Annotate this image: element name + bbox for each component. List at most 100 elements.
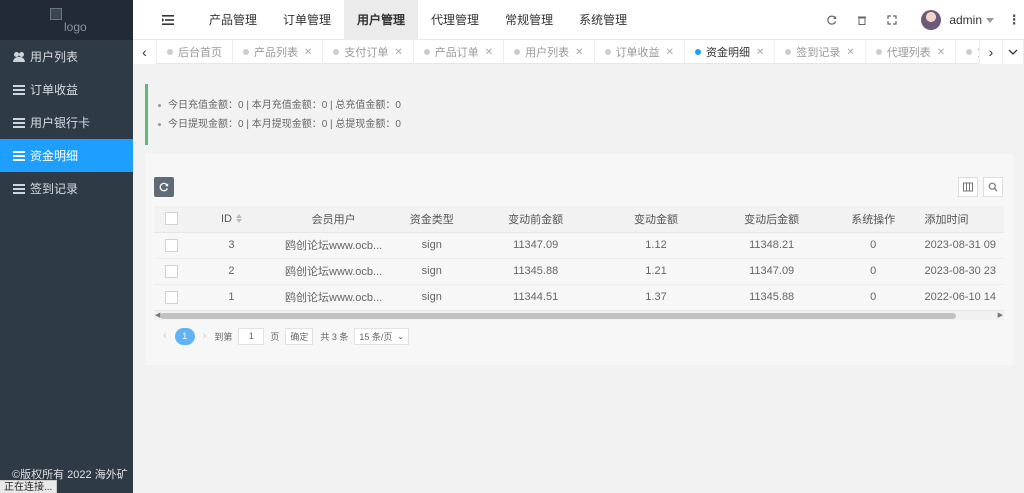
tab-label: 代理列表 [886, 47, 931, 59]
select-all-checkbox[interactable] [164, 212, 178, 226]
chevron-down-icon[interactable] [986, 17, 994, 23]
close-icon[interactable]: ✕ [485, 47, 493, 58]
cell-member: 鸥创论坛www.ocb... [274, 232, 393, 259]
col-id[interactable]: ID [188, 206, 275, 233]
menu-toggle-icon[interactable] [162, 14, 174, 25]
sidebar-item-1[interactable]: 订单收益 [0, 73, 133, 106]
sidebar-item-label: 签到记录 [30, 182, 79, 196]
user-name[interactable]: admin [949, 13, 982, 27]
withdraw-summary-text: 今日提现金额：0 | 本月提现金额：0 | 总提现金额：0 [168, 119, 401, 130]
refresh-icon[interactable] [817, 0, 847, 40]
close-icon[interactable]: ✕ [394, 47, 402, 58]
tab-dot-icon [604, 49, 611, 55]
tab-7[interactable]: 签到记录 ✕ [775, 40, 866, 64]
close-icon[interactable]: ✕ [846, 47, 854, 58]
top-nav-item-0[interactable]: 产品管理 [196, 0, 270, 40]
tab-2[interactable]: 支付订单 ✕ [323, 40, 414, 64]
tabs-bar: ‹ 后台首页 产品列表 ✕ 支付订单 ✕ 产品订单 ✕ 用户列表 ✕ 订单收益 ✕ 资金明细 ✕ 签到记录… [133, 40, 1024, 64]
tab-0[interactable]: 后台首页 [157, 40, 233, 64]
close-icon[interactable]: ✕ [756, 47, 764, 58]
table-row[interactable]: 1 鸥创论坛www.ocb... sign 11344.51 1.37 11345.88 0… [154, 284, 1004, 311]
tab-6[interactable]: 资金明细 ✕ [685, 40, 776, 64]
next-page-icon[interactable]: › [203, 330, 207, 342]
cell-before-amount: 11347.09 [470, 232, 601, 259]
table-refresh-button[interactable] [154, 177, 174, 197]
tab-3[interactable]: 产品订单 ✕ [414, 40, 505, 64]
table-card: ID 会员用户 资金类型 变动前金额 变动金额 变动后金额 系统操作 添加时间 … [145, 154, 1013, 365]
logo[interactable]: logo [0, 0, 133, 40]
prev-page-icon[interactable]: ‹ [163, 330, 167, 342]
scroll-right-arrow-icon[interactable]: ▶ [998, 311, 1003, 321]
column-filter-button[interactable] [958, 177, 978, 197]
col-system-op: 系统操作 [831, 206, 915, 233]
tab-dot-icon [966, 49, 973, 55]
page-size-select[interactable]: 15 条/页 ⌄ [354, 327, 410, 345]
cell-add-time: 2022-06-10 14 [914, 284, 1004, 311]
table-row[interactable]: 2 鸥创论坛www.ocb... sign 11345.88 1.21 11347.09 0… [154, 258, 1004, 285]
row-select-cell[interactable] [154, 232, 189, 259]
top-nav-item-2[interactable]: 用户管理 [344, 0, 419, 40]
col-after-amount: 变动后金额 [711, 206, 832, 233]
col-add-time: 添加时间 [914, 206, 1004, 233]
scrollbar-thumb[interactable] [160, 313, 956, 319]
sidebar-item-2[interactable]: 用户银行卡 [0, 106, 133, 139]
cell-change-amount: 1.12 [600, 232, 712, 259]
fullscreen-icon[interactable] [877, 0, 907, 40]
columns-icon [963, 182, 973, 192]
tabs-menu-chevron-icon[interactable] [1003, 40, 1024, 64]
tab-label: 资金明细 [705, 47, 750, 59]
top-nav-item-5[interactable]: 系统管理 [566, 0, 640, 40]
tab-1[interactable]: 产品列表 ✕ [233, 40, 324, 64]
goto-confirm-button[interactable]: 确定 [285, 327, 314, 345]
more-vertical-icon[interactable]: ⋮ [1004, 12, 1024, 28]
cell-member: 鸥创论坛www.ocb... [274, 284, 393, 311]
row-checkbox[interactable] [164, 264, 178, 278]
top-nav-item-4[interactable]: 常规管理 [492, 0, 566, 40]
page-size-value: 15 条/页 [359, 331, 393, 342]
row-checkbox[interactable] [164, 238, 178, 252]
goto-page-input[interactable]: 1 [238, 327, 265, 345]
top-nav-item-1[interactable]: 订单管理 [270, 0, 344, 40]
cell-fund-type: sign [392, 232, 471, 259]
total-count: 共 3 条 [320, 331, 349, 342]
sidebar-item-4[interactable]: 签到记录 [0, 172, 133, 205]
tab-label: 产品订单 [434, 47, 479, 59]
close-icon[interactable]: ✕ [575, 47, 583, 58]
tabs-scroll-right-icon[interactable]: › [979, 40, 1003, 64]
search-toggle-button[interactable] [983, 177, 1003, 197]
tab-9[interactable]: 货币列表✕ [956, 40, 979, 64]
table-row[interactable]: 3 鸥创论坛www.ocb... sign 11347.09 1.12 11348.21 0… [154, 232, 1004, 259]
tabs-scroll-left-icon[interactable]: ‹ [133, 40, 157, 64]
row-select-cell[interactable] [154, 258, 189, 285]
sort-icon[interactable] [235, 214, 242, 224]
users-icon [13, 51, 25, 62]
tab-4[interactable]: 用户列表 ✕ [504, 40, 595, 64]
data-table-scroll[interactable]: ID 会员用户 资金类型 变动前金额 变动金额 变动后金额 系统操作 添加时间 … [154, 206, 1004, 322]
tab-dot-icon [785, 49, 792, 55]
col-member: 会员用户 [274, 206, 393, 233]
row-select-cell[interactable] [154, 284, 189, 311]
tab-dot-icon [875, 49, 882, 55]
tab-dot-icon [423, 49, 430, 55]
row-checkbox[interactable] [164, 290, 178, 304]
close-icon[interactable]: ✕ [937, 47, 945, 58]
tab-5[interactable]: 订单收益 ✕ [595, 40, 685, 64]
horizontal-scrollbar[interactable]: ◀ ▶ [154, 310, 1004, 320]
select-all-cell[interactable] [154, 206, 189, 233]
top-nav-item-3[interactable]: 代理管理 [418, 0, 492, 40]
top-header: 产品管理 订单管理 用户管理 代理管理 常规管理 系统管理 admin ⋮ [133, 0, 1024, 40]
tab-label: 订单收益 [615, 47, 660, 59]
current-page[interactable]: 1 [174, 327, 195, 345]
tab-label: 签到记录 [796, 47, 841, 59]
tab-label: 用户列表 [525, 47, 570, 59]
col-before-amount: 变动前金额 [470, 206, 601, 233]
page-unit: 页 [270, 331, 280, 342]
trash-icon[interactable] [847, 0, 877, 40]
sidebar-item-0[interactable]: 用户列表 [0, 40, 133, 73]
list-icon [13, 183, 25, 194]
tab-8[interactable]: 代理列表 ✕ [866, 40, 957, 64]
avatar[interactable] [921, 10, 942, 30]
close-icon[interactable]: ✕ [666, 47, 674, 58]
sidebar-item-3[interactable]: 资金明细 [0, 139, 133, 172]
close-icon[interactable]: ✕ [304, 47, 312, 58]
